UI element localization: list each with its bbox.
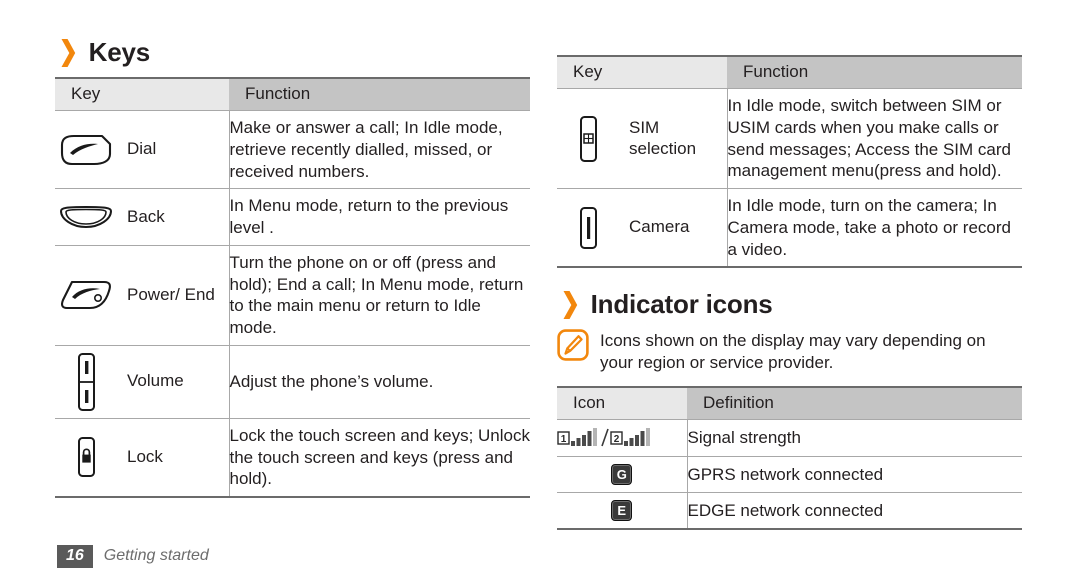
definition-cell: Signal strength xyxy=(687,419,1022,458)
page-number: 16 xyxy=(57,544,93,568)
table-row: Volume Adjust the phone’s volume. xyxy=(55,345,530,419)
column-header-definition: Definition xyxy=(687,386,1022,421)
gprs-icon: G xyxy=(611,464,633,486)
note-pencil-icon xyxy=(557,329,589,361)
key-label: Power/ End xyxy=(127,284,215,304)
key-cell: Camera xyxy=(557,188,728,269)
note-text: Icons shown on the display may vary depe… xyxy=(600,331,986,373)
key-label: Dial xyxy=(127,139,157,159)
table-row: G GPRS network connected xyxy=(557,456,1022,494)
indicator-icons-section-heading: ❯ Indicator icons xyxy=(559,290,1022,317)
chevron-right-icon: ❯ xyxy=(58,36,78,66)
definition-cell: EDGE network connected xyxy=(687,492,1022,531)
icon-cell: G xyxy=(557,456,688,494)
signal-strength-icon: 1 2 xyxy=(557,427,687,449)
key-cell: Volume xyxy=(55,345,230,419)
note-callout: Icons shown on the display may vary depe… xyxy=(557,329,1022,374)
key-label: Lock xyxy=(127,447,163,466)
right-column: Key Function SIM selection In Idle mode,… xyxy=(557,55,1022,531)
function-cell: In Idle mode, switch between SIM or USIM… xyxy=(727,88,1022,189)
key-cell: SIM selection xyxy=(557,88,728,189)
left-column: ❯ Keys Key Function Dial Make or answer … xyxy=(55,38,530,498)
footer-section-label: Getting started xyxy=(103,547,209,565)
function-cell: Adjust the phone’s volume. xyxy=(229,345,530,419)
table-header-row: Key Function xyxy=(557,55,1022,89)
key-cell: Back xyxy=(55,188,230,246)
key-label: Volume xyxy=(127,371,184,391)
svg-text:1: 1 xyxy=(561,434,567,445)
keys-section-heading: ❯ Keys xyxy=(57,38,530,65)
dial-key-icon xyxy=(55,133,117,167)
key-label: Camera xyxy=(629,217,690,237)
edge-icon: E xyxy=(611,500,633,522)
function-cell: Make or answer a call; In Idle mode, ret… xyxy=(229,110,530,190)
lock-key-icon xyxy=(55,435,117,479)
indicator-icons-table: Icon Definition 1 2 Signal strength G GP… xyxy=(557,386,1022,531)
sim-selection-key-icon xyxy=(557,114,619,164)
table-row: E EDGE network connected xyxy=(557,492,1022,531)
table-row: Camera In Idle mode, turn on the camera;… xyxy=(557,188,1022,269)
icon-cell: 1 2 xyxy=(557,419,688,458)
function-cell: In Idle mode, turn on the camera; In Cam… xyxy=(727,188,1022,269)
keys-table: Key Function Dial Make or answer a call;… xyxy=(55,77,530,498)
icon-cell: E xyxy=(557,492,688,531)
table-header-row: Key Function xyxy=(55,77,530,111)
key-cell: Dial xyxy=(55,110,230,190)
key-label: SIM selection xyxy=(629,117,697,158)
camera-key-icon xyxy=(557,205,619,251)
key-cell: Power/ End xyxy=(55,245,230,346)
back-key-icon xyxy=(55,204,117,230)
column-header-function: Function xyxy=(727,55,1022,89)
volume-key-icon xyxy=(55,352,117,412)
function-cell: Lock the touch screen and keys; Unlock t… xyxy=(229,418,530,498)
column-header-key: Key xyxy=(557,55,727,89)
page-title: Keys xyxy=(88,36,151,67)
svg-text:2: 2 xyxy=(614,434,620,445)
keys-table-continued: Key Function SIM selection In Idle mode,… xyxy=(557,55,1022,269)
table-row: Back In Menu mode, return to the previou… xyxy=(55,188,530,246)
chevron-right-icon: ❯ xyxy=(560,288,580,319)
table-row: Power/ End Turn the phone on or off (pre… xyxy=(55,245,530,346)
table-row: 1 2 Signal strength xyxy=(557,419,1022,458)
column-header-function: Function xyxy=(229,77,530,111)
table-row: SIM selection In Idle mode, switch betwe… xyxy=(557,88,1022,189)
definition-cell: GPRS network connected xyxy=(687,456,1022,494)
function-cell: Turn the phone on or off (press and hold… xyxy=(229,245,530,346)
column-header-key: Key xyxy=(55,77,229,111)
table-row: Dial Make or answer a call; In Idle mode… xyxy=(55,110,530,190)
function-cell: In Menu mode, return to the previous lev… xyxy=(229,188,530,246)
power-end-key-icon xyxy=(55,278,117,312)
key-cell: Lock xyxy=(55,418,230,498)
section-title: Indicator icons xyxy=(590,288,773,319)
table-header-row: Icon Definition xyxy=(557,386,1022,421)
table-row: Lock Lock the touch screen and keys; Unl… xyxy=(55,418,530,498)
manual-page: ❯ Keys Key Function Dial Make or answer … xyxy=(0,0,1080,586)
page-footer: 16 Getting started xyxy=(57,544,209,568)
key-label: Back xyxy=(127,206,165,226)
column-header-icon: Icon xyxy=(557,386,687,421)
